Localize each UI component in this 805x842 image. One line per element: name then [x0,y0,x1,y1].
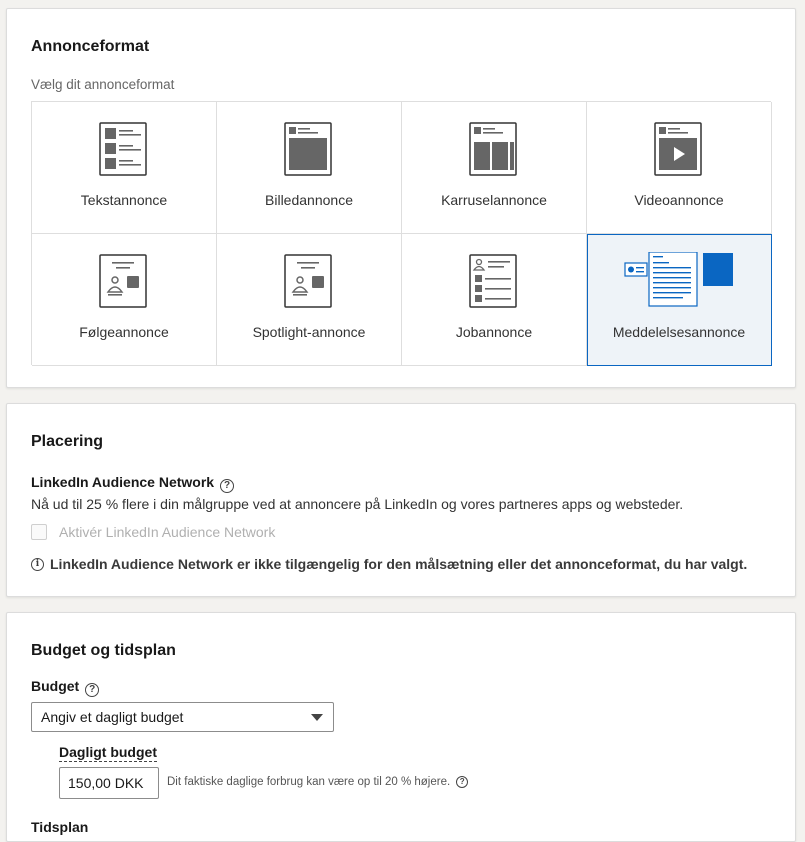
tile-label: Tekstannonce [80,192,168,208]
info-text: LinkedIn Audience Network er ikke tilgæn… [50,556,748,572]
budget-hint: Dit faktiske daglige forbrug kan være op… [167,776,469,788]
spotlight-ad-icon [284,254,332,308]
help-icon[interactable]: ? [456,776,469,788]
tile-follower-ad[interactable]: Følgeannonce [32,234,217,366]
caret-down-icon [311,714,323,721]
budget-hint-text: Dit faktiske daglige forbrug kan være op… [167,776,451,788]
help-icon[interactable]: ? [220,479,235,493]
tile-text-ad[interactable]: Tekstannonce [32,102,217,234]
tile-video-ad[interactable]: Videoannonce [587,102,772,234]
tile-carousel-ad[interactable]: Karruselannonce [402,102,587,234]
tile-spotlight-ad[interactable]: Spotlight-annonce [217,234,402,366]
help-icon[interactable]: ? [85,683,100,697]
budget-type-value: Angiv et dagligt budget [41,709,184,725]
daily-budget-label: Dagligt budget [59,744,157,762]
video-ad-icon [654,122,702,176]
placement-title: Placering [31,433,104,450]
budget-title: Budget og tidsplan [31,642,176,659]
tile-label: Karruselannonce [441,192,547,208]
ad-format-subtitle: Vælg dit annonceformat [31,77,175,92]
tile-label: Jobannonce [455,324,533,340]
tile-label: Følgeannonce [79,324,169,340]
tile-image-ad[interactable]: Billedannonce [217,102,402,234]
ad-format-title: Annonceformat [31,38,150,55]
message-ad-icon [624,252,733,307]
info-icon: i [31,557,44,571]
follower-ad-icon [99,254,147,308]
budget-card: Budget og tidsplan Budget? Angiv et dagl… [6,612,796,842]
placement-card: Placering LinkedIn Audience Network? Nå … [6,403,796,597]
budget-type-select[interactable]: Angiv et dagligt budget [31,702,334,732]
ad-format-card: Annonceformat Vælg dit annonceformat Tek… [6,8,796,388]
budget-label-text: Budget [31,678,80,694]
tile-label: Billedannonce [265,192,353,208]
schedule-label: Tidsplan [31,819,89,835]
audience-network-label-text: LinkedIn Audience Network [31,474,215,490]
tile-label: Spotlight-annonce [252,324,366,340]
audience-network-label: LinkedIn Audience Network? [31,474,235,493]
image-ad-icon [284,122,332,176]
ad-format-grid: Tekstannonce Billedannonce Karruselannon… [31,101,772,366]
audience-network-checkbox[interactable] [31,524,47,540]
job-ad-icon [469,254,517,308]
audience-network-checkbox-row: Aktivér LinkedIn Audience Network [31,524,275,540]
tile-message-ad[interactable]: Meddelelsesannonce [587,234,772,366]
audience-network-description: Nå ud til 25 % flere i din målgruppe ved… [31,496,684,512]
checkbox-label: Aktivér LinkedIn Audience Network [59,524,276,540]
budget-label: Budget? [31,678,100,697]
carousel-ad-icon [469,122,517,176]
text-ad-icon [99,122,147,176]
daily-budget-input[interactable] [59,767,159,799]
tile-label: Videoannonce [634,192,724,208]
tile-label: Meddelelsesannonce [612,324,746,340]
tile-job-ad[interactable]: Jobannonce [402,234,587,366]
info-message: i LinkedIn Audience Network er ikke tilg… [31,556,747,572]
